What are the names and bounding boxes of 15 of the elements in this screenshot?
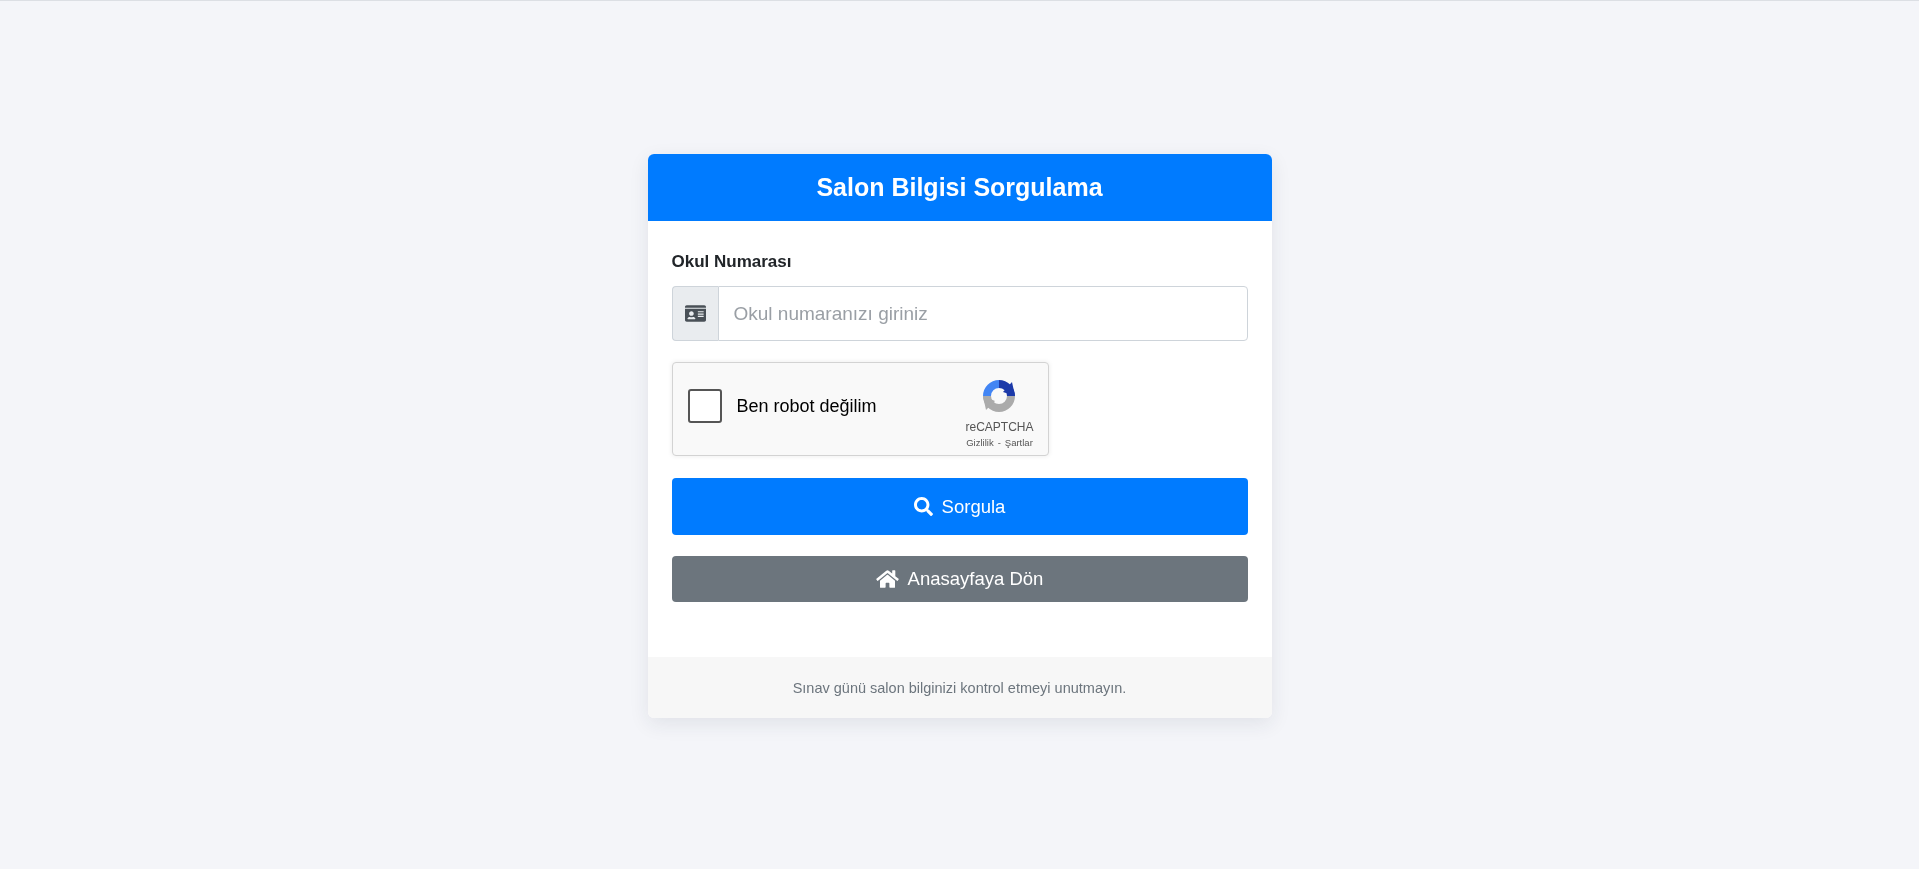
captcha-brand: reCAPTCHA bbox=[965, 420, 1034, 434]
search-button[interactable]: Sorgula bbox=[671, 478, 1248, 535]
captcha-checkbox[interactable] bbox=[687, 389, 722, 423]
id-card-icon bbox=[684, 304, 706, 323]
field-label: Okul Numarası bbox=[671, 251, 792, 273]
card-title: Salon Bilgisi Sorgulama bbox=[647, 154, 1272, 221]
home-icon bbox=[875, 569, 899, 589]
link-separator: - bbox=[997, 437, 1001, 448]
search-icon bbox=[913, 497, 933, 516]
input-field[interactable]: Okul numaranızı giriniz bbox=[717, 286, 1248, 341]
captcha-link[interactable]: Şartlar bbox=[1004, 437, 1033, 448]
captcha-label: Ben robot değilim bbox=[736, 395, 878, 417]
footer-note: Sınav günü salon bilginizi kontrol etmeyi unutmayın. bbox=[792, 679, 1127, 696]
home-button[interactable]: Anasayfaya Dön bbox=[671, 556, 1248, 602]
captcha-link[interactable]: Gizlilik bbox=[966, 437, 994, 448]
